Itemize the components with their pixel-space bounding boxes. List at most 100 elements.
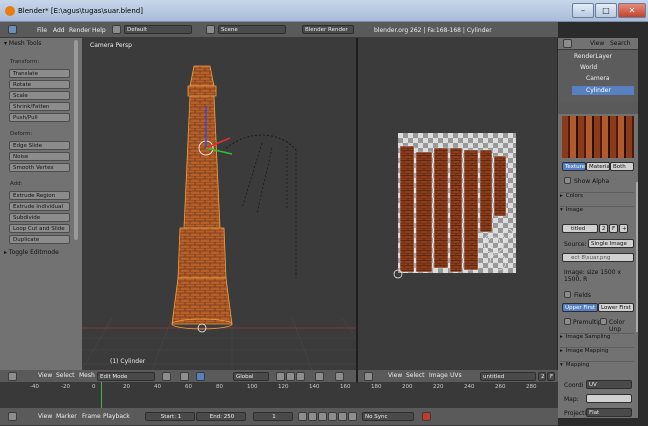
snap-icon[interactable] [335,372,344,381]
fields-checkbox[interactable] [564,291,571,298]
edge-select-icon[interactable] [286,372,295,381]
section-image-mapping[interactable]: ▸ Image Mapping [560,347,634,359]
mode-select[interactable]: Edit Mode [97,372,155,381]
sync-select[interactable]: No Sync [362,412,414,421]
image-users[interactable]: 2 [599,224,608,233]
record-icon[interactable] [422,412,431,421]
layout-select[interactable]: Default [124,25,192,34]
current-frame-field[interactable]: 1 [253,412,293,421]
noise-button[interactable]: Noise [9,152,70,161]
close-button[interactable]: ✕ [618,3,646,18]
smooth-vertex-button[interactable]: Smooth Vertex [9,163,70,172]
lower-first-button[interactable]: Lower First [598,303,634,312]
minimize-button[interactable]: – [572,3,594,18]
uv-image-users[interactable]: 2 [538,372,546,381]
source-select[interactable]: Single Image [588,239,634,248]
orientation-select[interactable]: Global [233,372,269,381]
tab-material[interactable]: Material [586,162,611,171]
upper-first-button[interactable]: Upper First [562,303,598,312]
jump-start-icon[interactable] [298,412,307,421]
uv-view-menu[interactable]: View [388,372,402,379]
current-frame-marker[interactable] [101,382,102,408]
tab-both[interactable]: Both [610,162,634,171]
show-alpha-checkbox[interactable] [564,177,571,184]
duplicate-button[interactable]: Duplicate [9,235,70,244]
outliner-view-menu[interactable]: View [590,40,604,47]
shrink-fatten-button[interactable]: Shrink/Fatten [9,102,70,111]
uv-editor-type-icon[interactable] [364,372,373,381]
mesh-tools-header[interactable]: ▾ Mesh Tools [4,40,41,47]
outliner-item-cylinder[interactable]: Cylinder [586,87,611,94]
section-image[interactable]: ▾ Image [560,206,634,218]
outliner-type-icon[interactable] [563,39,572,48]
timeline-frame-menu[interactable]: Frame [82,413,101,420]
projection-select[interactable]: Flat [586,408,632,417]
timeline-type-icon[interactable] [8,412,17,421]
shading-icon[interactable] [162,372,171,381]
extrude-individual-button[interactable]: Extrude Individual [9,202,70,211]
jump-end-icon[interactable] [348,412,357,421]
play-icon[interactable] [328,412,337,421]
proportional-edit-icon[interactable] [315,372,324,381]
view3d-select-menu[interactable]: Select [56,372,75,379]
uv-select-menu[interactable]: Select [406,372,425,379]
menu-help[interactable]: Help [92,27,106,34]
timeline-view-menu[interactable]: View [38,413,52,420]
color-unpremultiply-checkbox[interactable] [600,318,607,325]
end-frame-field[interactable]: End: 250 [196,412,246,421]
edge-slide-button[interactable]: Edge Slide [9,141,70,150]
translate-button[interactable]: Translate [9,69,70,78]
tool-shelf-scrollbar[interactable] [74,40,78,240]
uv-image-menu[interactable]: Image [429,372,448,379]
face-select-icon[interactable] [296,372,305,381]
uv-map-field[interactable] [586,394,632,403]
image-new-button[interactable]: + [619,224,628,233]
menu-add[interactable]: Add [53,27,65,34]
view3d-mesh-menu[interactable]: Mesh [79,372,95,379]
view3d-type-icon[interactable] [8,372,17,381]
viewport-3d[interactable]: Camera Persp (1) Cylinder [82,38,356,370]
uv-uvs-menu[interactable]: UVs [450,372,462,379]
toggle-editmode-header[interactable]: ▸ Toggle Editmode [4,249,59,256]
manipulator-icon[interactable] [196,372,205,381]
outliner-item-camera[interactable]: Camera [586,75,610,82]
editor-type-icon[interactable] [8,25,17,34]
outliner-item-renderlayer[interactable]: RenderLayer [574,53,612,60]
maximize-button[interactable]: □ [595,3,617,18]
uv-image-editor[interactable] [358,38,557,370]
image-fake-user[interactable]: F [609,224,618,233]
play-reverse-icon[interactable] [318,412,327,421]
start-frame-field[interactable]: Start: 1 [145,412,195,421]
coords-select[interactable]: UV [586,380,632,389]
premultiply-checkbox[interactable] [564,318,571,325]
tab-texture[interactable]: Texture [562,162,586,171]
section-mapping[interactable]: ▾ Mapping [560,361,634,373]
scene-select[interactable]: Scene [218,25,286,34]
properties-scrollbar[interactable] [636,182,638,332]
next-keyframe-icon[interactable] [338,412,347,421]
layout-icon[interactable] [112,25,121,34]
timeline-marker-menu[interactable]: Marker [56,413,77,420]
uv-image-select[interactable]: untitled [480,372,536,381]
vertex-select-icon[interactable] [276,372,285,381]
prev-keyframe-icon[interactable] [308,412,317,421]
outliner-item-world[interactable]: World [580,64,597,71]
extrude-region-button[interactable]: Extrude Region [9,191,70,200]
push-pull-button[interactable]: Push/Pull [9,113,70,122]
scale-button[interactable]: Scale [9,91,70,100]
loop-cut-slide-button[interactable]: Loop Cut and Slide [9,224,70,233]
section-image-sampling[interactable]: ▸ Image Sampling [560,333,634,345]
outliner-search-menu[interactable]: Search [610,40,631,47]
menu-render[interactable]: Render [69,27,90,34]
render-engine-select[interactable]: Blender Render [302,25,354,34]
image-path-field[interactable]: ect 8\suar.png [562,253,634,262]
menu-file[interactable]: File [37,27,47,34]
scene-icon[interactable] [206,25,215,34]
timeline-playback-menu[interactable]: Playback [103,413,130,420]
image-datablock[interactable]: titled [562,224,598,233]
uv-image-fake-user[interactable]: F [547,372,555,381]
rotate-button[interactable]: Rotate [9,80,70,89]
view3d-view-menu[interactable]: View [38,372,52,379]
timeline[interactable]: -40 -20 0 20 40 60 80 100 120 140 160 180 200 220 240 2… [0,382,558,408]
pivot-icon[interactable] [180,372,189,381]
